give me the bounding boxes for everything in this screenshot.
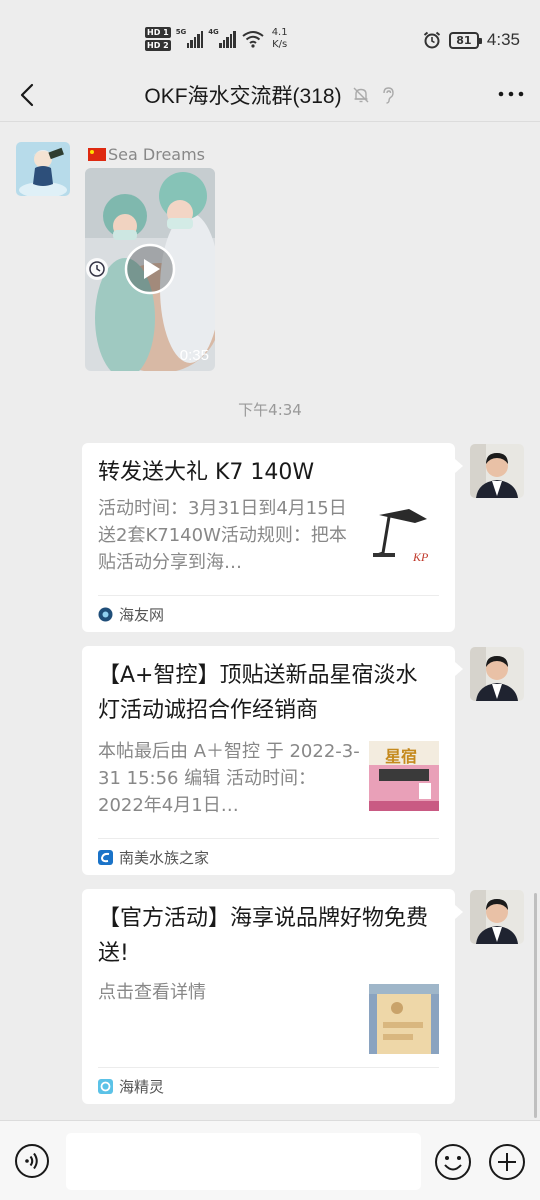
link-card-2[interactable]: 【A+智控】顶贴送新品星宿淡水灯活动诚招合作经销商 本帖最后由 A＋智控 于 2… bbox=[82, 646, 463, 875]
play-icon[interactable] bbox=[124, 243, 176, 295]
video-duration: 0:35 bbox=[179, 347, 209, 364]
china-flag-icon bbox=[88, 148, 106, 161]
hd2-indicator: HD 2 bbox=[145, 40, 171, 51]
mute-bell-icon bbox=[353, 87, 369, 103]
card-1-description: 活动时间：3月31日到4月15日送2套K7140W活动规则：把本贴活动分享到海… bbox=[98, 498, 347, 573]
alarm-icon bbox=[423, 31, 441, 49]
voice-input-icon[interactable] bbox=[14, 1143, 50, 1179]
avatar-self-1[interactable] bbox=[470, 444, 524, 498]
signal-5g-icon: 5G bbox=[175, 28, 204, 48]
message-input[interactable] bbox=[66, 1133, 421, 1190]
card-3-title: 【官方活动】海享说品牌好物免费送! bbox=[98, 906, 429, 966]
input-bar bbox=[0, 1120, 540, 1200]
status-bar: HD 1 HD 2 5G 4G 4.1 K/s 81 4:35 bbox=[0, 0, 540, 70]
card-3-thumbnail bbox=[369, 984, 439, 1054]
source-logo-icon bbox=[98, 607, 113, 621]
time-separator: 下午4:34 bbox=[238, 401, 302, 419]
more-options-icon[interactable] bbox=[496, 82, 526, 106]
signal-4g-label: 4G bbox=[208, 28, 219, 36]
card-1-source-name: 海友网 bbox=[119, 605, 165, 624]
plus-icon[interactable] bbox=[488, 1143, 526, 1181]
svg-text:KP: KP bbox=[412, 550, 429, 564]
emoji-icon[interactable] bbox=[434, 1143, 472, 1181]
sender-name-text: Sea Dreams bbox=[108, 145, 206, 164]
avatar-self-2[interactable] bbox=[470, 647, 524, 701]
hd1-indicator: HD 1 bbox=[145, 27, 171, 38]
video-message[interactable]: 0:35 bbox=[85, 168, 215, 371]
earpiece-icon bbox=[382, 87, 394, 104]
signal-5g-label: 5G bbox=[175, 28, 187, 36]
card-1-title: 转发送大礼 K7 140W bbox=[98, 460, 315, 485]
card-2-thumbnail-text: 星宿 bbox=[385, 747, 418, 766]
link-card-3[interactable]: 【官方活动】海享说品牌好物免费送! 点击查看详情 海精灵 bbox=[82, 889, 463, 1104]
card-2-title: 【A+智控】顶贴送新品星宿淡水灯活动诚招合作经销商 bbox=[98, 663, 418, 723]
card-2-source-name: 南美水族之家 bbox=[119, 848, 210, 867]
card-1-source: 海友网 bbox=[98, 595, 439, 632]
source-logo-icon bbox=[98, 1078, 113, 1094]
card-3-description: 点击查看详情 bbox=[98, 982, 206, 1003]
net-speed: 4.1 K/s bbox=[272, 27, 288, 51]
source-logo-icon bbox=[98, 849, 113, 865]
net-speed-value: 4.1 bbox=[271, 27, 288, 38]
card-2-thumbnail: 星宿 bbox=[369, 741, 439, 811]
chat-title: OKF海水交流群(318) bbox=[144, 85, 342, 108]
wifi-icon bbox=[242, 31, 264, 48]
chat-header: OKF海水交流群(318) bbox=[0, 70, 540, 122]
battery-indicator: 81 bbox=[448, 31, 482, 49]
card-2-source: 南美水族之家 bbox=[98, 838, 439, 875]
card-1-thumbnail: KP bbox=[369, 503, 439, 573]
avatar-self-3[interactable] bbox=[470, 890, 524, 944]
chat-scrollbar[interactable] bbox=[534, 893, 537, 1118]
sender-name: Sea Dreams bbox=[88, 145, 205, 164]
net-speed-unit: K/s bbox=[272, 39, 288, 50]
card-3-source: 海精灵 bbox=[98, 1067, 439, 1104]
avatar-sea-dreams[interactable] bbox=[16, 142, 70, 196]
link-card-1[interactable]: 转发送大礼 K7 140W 活动时间：3月31日到4月15日送2套K7140W活… bbox=[82, 443, 463, 632]
card-2-description: 本帖最后由 A＋智控 于 2022-3-31 15:56 编辑 活动时间：202… bbox=[98, 741, 360, 816]
card-3-source-name: 海精灵 bbox=[119, 1077, 165, 1096]
status-time: 4:35 bbox=[486, 30, 520, 49]
signal-4g-icon: 4G bbox=[208, 28, 236, 48]
